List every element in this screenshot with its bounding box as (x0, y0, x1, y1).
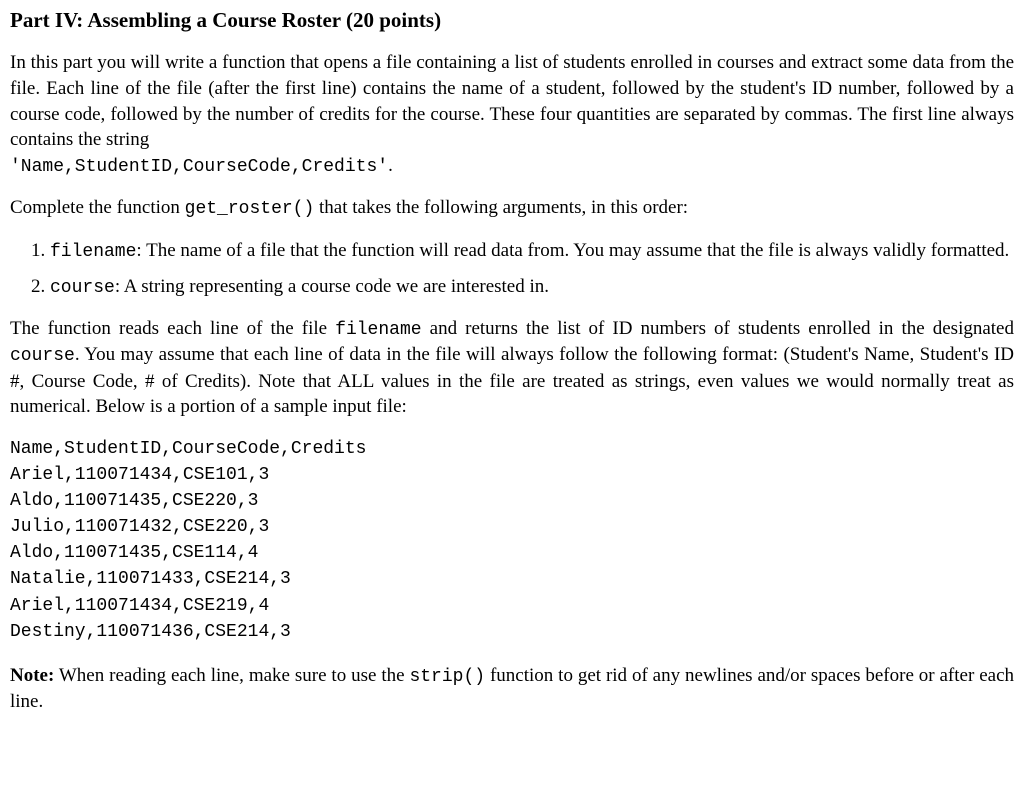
complete-function-paragraph: Complete the function get_roster() that … (10, 195, 1014, 221)
intro-text: In this part you will write a function t… (10, 52, 1014, 150)
function-name-code: get_roster() (185, 199, 315, 219)
argument-item-1: filename: The name of a file that the fu… (50, 238, 1014, 264)
note-a: When reading each line, make sure to use… (54, 665, 409, 686)
arg1-text: : The name of a file that the function w… (136, 240, 1009, 261)
argument-item-2: course: A string representing a course c… (50, 274, 1014, 300)
section-heading: Part IV: Assembling a Course Roster (20 … (10, 6, 1014, 34)
sample-file-block: Name,StudentID,CourseCode,Credits Ariel,… (10, 436, 1014, 645)
desc-b: and returns the list of ID numbers of st… (422, 318, 1014, 339)
strip-code: strip() (409, 667, 485, 687)
desc-c: . You may assume that each line of data … (10, 344, 1014, 417)
complete-text-b: that takes the following arguments, in t… (314, 197, 688, 218)
complete-text-a: Complete the function (10, 197, 185, 218)
intro-period: . (388, 155, 393, 176)
note-label: Note: (10, 665, 54, 686)
header-string-code: 'Name,StudentID,CourseCode,Credits' (10, 157, 388, 177)
course-code: course (10, 346, 75, 366)
arguments-list: filename: The name of a file that the fu… (10, 238, 1014, 301)
desc-a: The function reads each line of the file (10, 318, 335, 339)
arg1-code: filename (50, 242, 136, 262)
arg2-text: : A string representing a course code we… (115, 276, 549, 297)
description-paragraph: The function reads each line of the file… (10, 316, 1014, 420)
note-paragraph: Note: When reading each line, make sure … (10, 663, 1014, 715)
intro-paragraph: In this part you will write a function t… (10, 50, 1014, 179)
filename-code: filename (335, 320, 421, 340)
arg2-code: course (50, 278, 115, 298)
